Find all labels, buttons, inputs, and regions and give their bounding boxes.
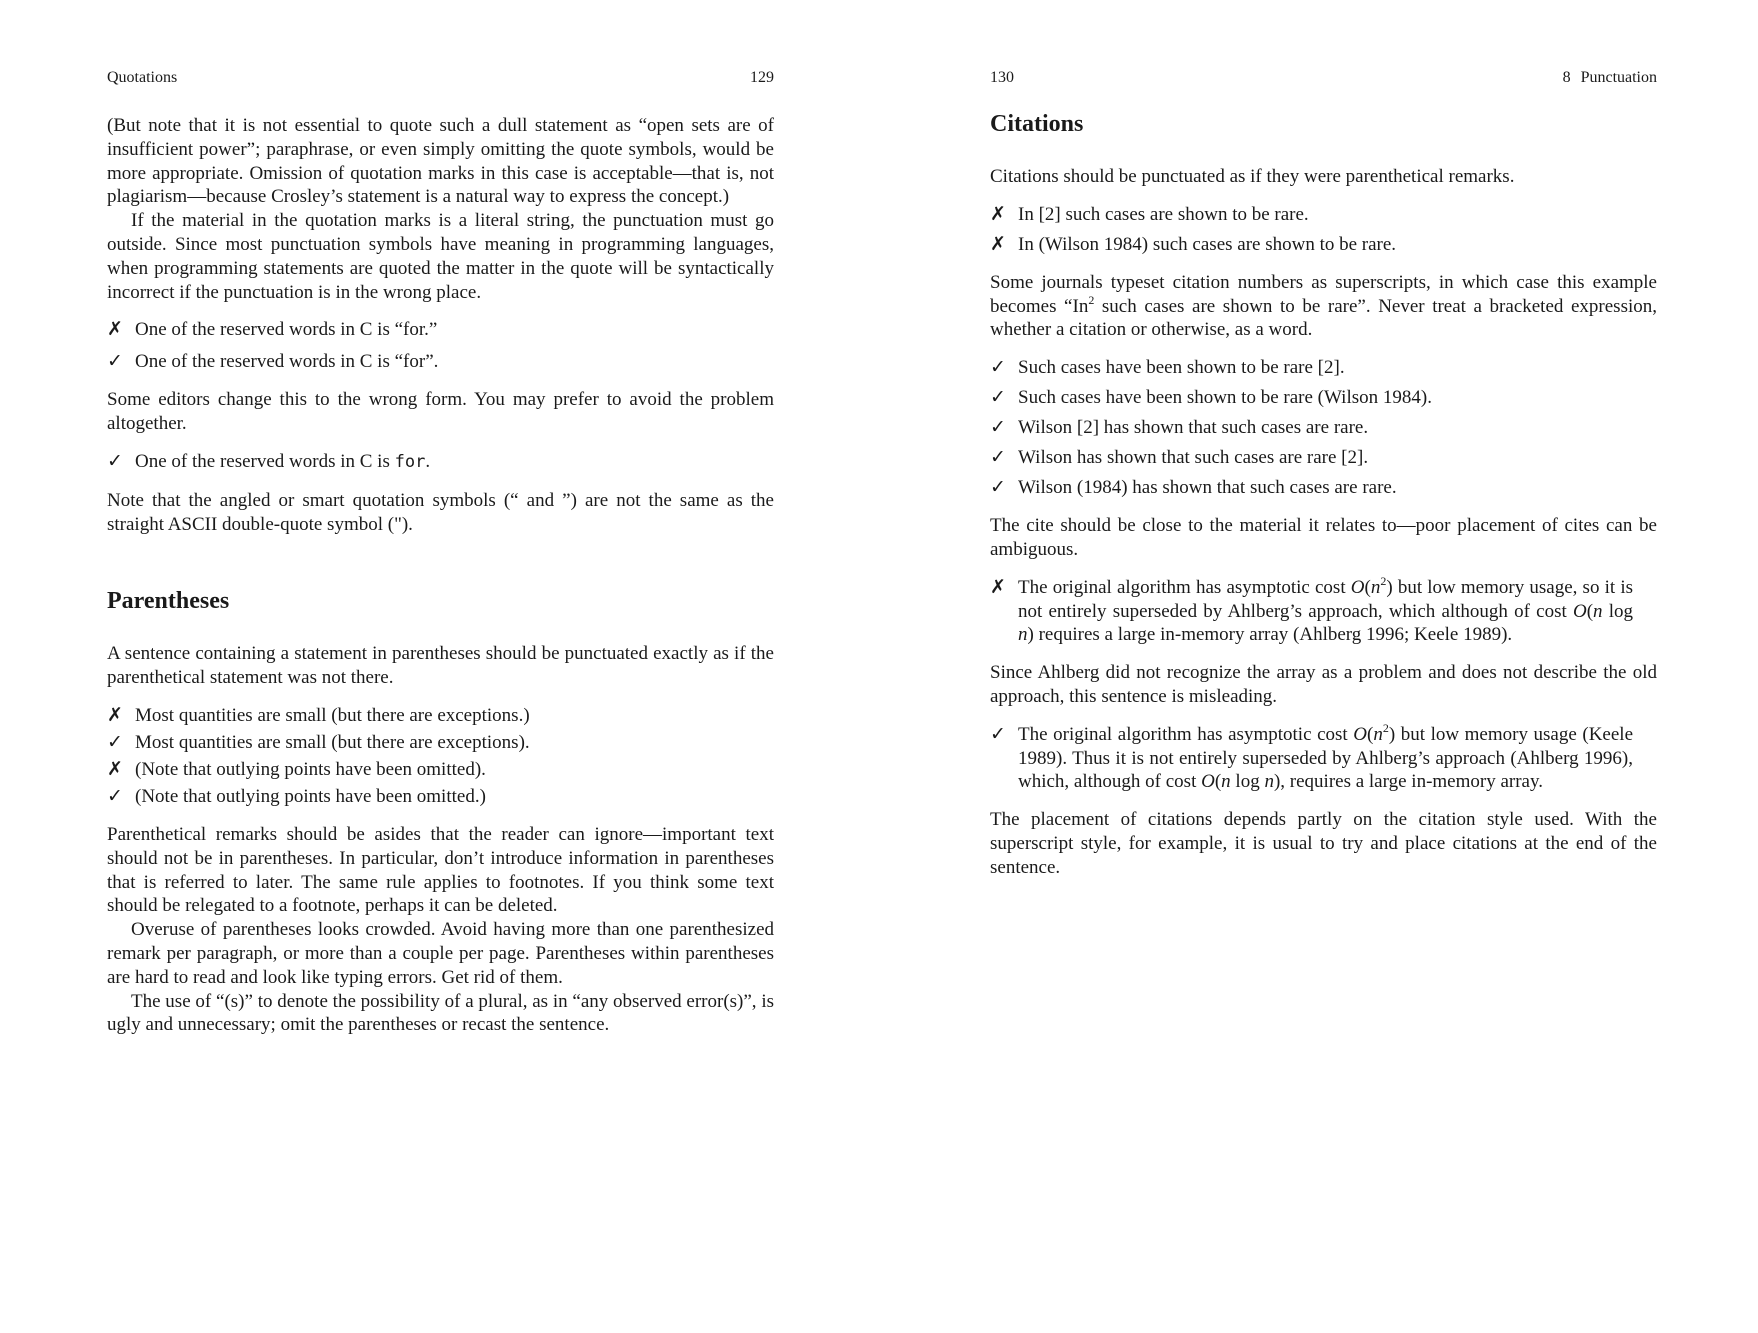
paragraph: Parenthetical remarks should be asides t… bbox=[107, 823, 774, 917]
example-text: Wilson has shown that such cases are rar… bbox=[1018, 447, 1369, 469]
example-list: ✓ The original algorithm has asymptotic … bbox=[990, 720, 1657, 794]
example-text: In (Wilson 1984) such cases are shown to… bbox=[1018, 233, 1397, 255]
example-text: The original algorithm has asymptotic co… bbox=[1018, 573, 1634, 646]
example-item: ✓ Wilson (1984) has shown that such case… bbox=[990, 476, 1657, 500]
check-icon: ✓ bbox=[107, 350, 123, 373]
example-list: ✗ In [2] such cases are shown to be rare… bbox=[990, 203, 1657, 257]
paragraph: The cite should be close to the material… bbox=[990, 515, 1657, 560]
example-text: One of the reserved words in C is “for”. bbox=[135, 351, 439, 373]
chapter-title: Punctuation bbox=[1580, 69, 1657, 86]
cross-icon: ✗ bbox=[107, 703, 123, 726]
check-icon: ✓ bbox=[107, 449, 123, 472]
example-text: (Note that outlying points have been omi… bbox=[135, 785, 486, 807]
example-text: The original algorithm has asymptotic co… bbox=[1018, 720, 1634, 793]
example-item: ✓ Such cases have been shown to be rare … bbox=[990, 356, 1657, 380]
paragraph: Some editors change this to the wrong fo… bbox=[107, 389, 774, 435]
running-head-title: Quotations bbox=[107, 69, 178, 86]
paragraph: If the material in the quotation marks i… bbox=[107, 210, 774, 303]
example-text: One of the reserved words in C is “for.” bbox=[135, 319, 438, 341]
code-keyword: for bbox=[394, 451, 426, 472]
check-icon: ✓ bbox=[990, 386, 1006, 409]
example-item: ✗ One of the reserved words in C is “for… bbox=[107, 318, 774, 342]
left-page: Quotations 129 (But note that it is not … bbox=[107, 0, 774, 1333]
example-item: ✓ Wilson has shown that such cases are r… bbox=[990, 446, 1657, 470]
example-item: ✓ One of the reserved words in C is “for… bbox=[107, 350, 774, 374]
example-item: ✗ In (Wilson 1984) such cases are shown … bbox=[990, 233, 1657, 257]
example-text: One of the reserved words in C is bbox=[135, 450, 395, 472]
paragraph: The use of “(s)” to denote the possibili… bbox=[107, 990, 774, 1036]
example-list: ✓ Such cases have been shown to be rare … bbox=[990, 356, 1657, 500]
paragraph: Note that the angled or smart quotation … bbox=[107, 489, 774, 535]
chapter-number: 8 bbox=[1562, 69, 1571, 86]
check-icon: ✓ bbox=[990, 476, 1006, 499]
example-list: ✓ One of the reserved words in C is for. bbox=[107, 450, 774, 475]
paragraph: Overuse of parentheses looks crowded. Av… bbox=[107, 919, 774, 988]
example-text: Most quantities are small (but there are… bbox=[135, 704, 530, 726]
cross-icon: ✗ bbox=[107, 757, 123, 780]
example-text-end: . bbox=[425, 450, 431, 472]
page-number: 129 bbox=[750, 69, 774, 86]
paragraph: Since Ahlberg did not recognize the arra… bbox=[990, 662, 1657, 707]
example-item: ✗ (Note that outlying points have been o… bbox=[107, 758, 774, 782]
page-number: 130 bbox=[990, 69, 1014, 86]
example-text: (Note that outlying points have been omi… bbox=[135, 758, 486, 780]
example-item: ✓ One of the reserved words in C is for. bbox=[107, 450, 774, 475]
example-item: ✗ The original algorithm has asymptotic … bbox=[990, 573, 1657, 647]
running-head-chapter: 8 Punctuation bbox=[1563, 67, 1657, 89]
paragraph: Some journals typeset citation numbers a… bbox=[990, 271, 1657, 342]
section-heading: Parentheses bbox=[107, 588, 230, 615]
page-body: Citations Citations should be punctuated… bbox=[990, 109, 1657, 880]
example-text: In [2] such cases are shown to be rare. bbox=[1018, 203, 1309, 225]
example-item: ✓ Wilson [2] has shown that such cases a… bbox=[990, 416, 1657, 440]
page-body: (But note that it is not essential to qu… bbox=[107, 114, 774, 1037]
example-text: Wilson [2] has shown that such cases are… bbox=[1018, 417, 1369, 439]
running-head: 130 8 Punctuation bbox=[990, 67, 1657, 89]
example-text: Wilson (1984) has shown that such cases … bbox=[1018, 477, 1397, 499]
section-heading: Citations bbox=[990, 111, 1084, 137]
check-icon: ✓ bbox=[990, 446, 1006, 469]
check-icon: ✓ bbox=[990, 356, 1006, 379]
example-text: Such cases have been shown to be rare [2… bbox=[1018, 357, 1345, 379]
example-item: ✓ (Note that outlying points have been o… bbox=[107, 785, 774, 809]
check-icon: ✓ bbox=[107, 784, 123, 807]
example-text: Most quantities are small (but there are… bbox=[135, 731, 530, 753]
example-item: ✗ Most quantities are small (but there a… bbox=[107, 704, 774, 728]
paragraph: (But note that it is not essential to qu… bbox=[107, 115, 774, 208]
check-icon: ✓ bbox=[990, 722, 1006, 745]
example-item: ✗ In [2] such cases are shown to be rare… bbox=[990, 203, 1657, 227]
example-item: ✓ The original algorithm has asymptotic … bbox=[990, 720, 1657, 794]
example-list: ✗ One of the reserved words in C is “for… bbox=[107, 318, 774, 374]
cross-icon: ✗ bbox=[107, 318, 123, 341]
cross-icon: ✗ bbox=[990, 575, 1006, 598]
example-item: ✓ Most quantities are small (but there a… bbox=[107, 731, 774, 755]
cross-icon: ✗ bbox=[990, 202, 1006, 225]
example-list: ✗ Most quantities are small (but there a… bbox=[107, 704, 774, 809]
right-page: 130 8 Punctuation Citations Citations sho… bbox=[990, 0, 1657, 1333]
example-item: ✓ Such cases have been shown to be rare … bbox=[990, 386, 1657, 410]
example-text: Such cases have been shown to be rare (W… bbox=[1018, 387, 1432, 409]
example-list: ✗ The original algorithm has asymptotic … bbox=[990, 573, 1657, 647]
check-icon: ✓ bbox=[990, 416, 1006, 439]
paragraph: Citations should be punctuated as if the… bbox=[990, 166, 1515, 187]
paragraph: The placement of citations depends partl… bbox=[990, 809, 1657, 878]
check-icon: ✓ bbox=[107, 730, 123, 753]
cross-icon: ✗ bbox=[990, 232, 1006, 255]
running-head: Quotations 129 bbox=[107, 67, 774, 89]
paragraph: A sentence containing a statement in par… bbox=[107, 643, 774, 689]
